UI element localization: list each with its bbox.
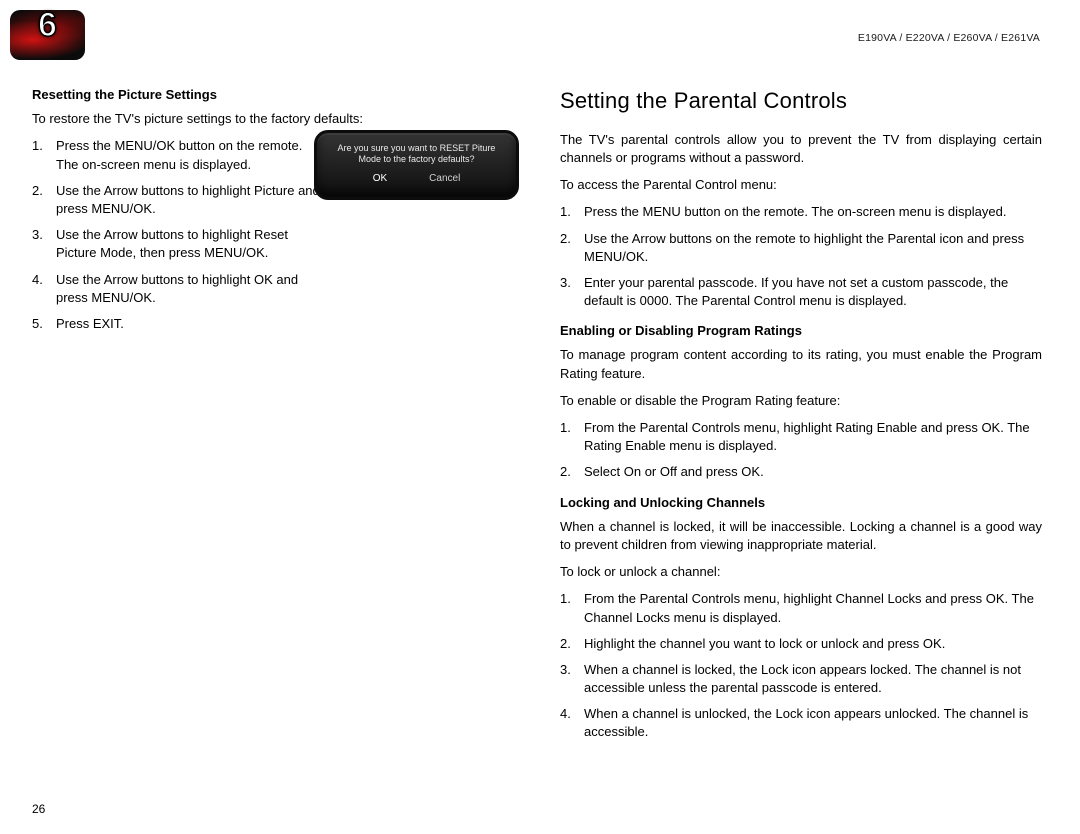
list-item: When a channel is locked, the Lock icon … <box>560 661 1042 697</box>
header-models: E190VA / E220VA / E260VA / E261VA <box>858 32 1040 44</box>
sub2-p1: When a channel is locked, it will be ina… <box>560 518 1042 554</box>
sub1-head: Enabling or Disabling Program Ratings <box>560 322 1042 340</box>
section-title: Setting the Parental Controls <box>560 86 1042 117</box>
device-dialog-cancel: Cancel <box>429 172 460 186</box>
page-number: 26 <box>32 802 45 816</box>
right-access-steps: Press the MENU button on the remote. The… <box>560 203 1042 310</box>
sub1-steps: From the Parental Controls menu, highlig… <box>560 419 1042 482</box>
sub2-steps: From the Parental Controls menu, highlig… <box>560 590 1042 741</box>
list-item: Press the MENU/OK button on the remote. … <box>32 137 322 173</box>
list-item: Select On or Off and press OK. <box>560 463 1042 481</box>
list-item: When a channel is unlocked, the Lock ico… <box>560 705 1042 741</box>
chapter-number: 6 <box>10 0 85 50</box>
right-intro: The TV's parental controls allow you to … <box>560 131 1042 167</box>
sub2-p2: To lock or unlock a channel: <box>560 563 1042 581</box>
sub2-head: Locking and Unlocking Channels <box>560 494 1042 512</box>
sub1-p2: To enable or disable the Program Rating … <box>560 392 1042 410</box>
list-item: Enter your parental passcode. If you hav… <box>560 274 1042 310</box>
right-column: Setting the Parental Controls The TV's p… <box>560 80 1042 794</box>
list-item: Use the Arrow buttons on the remote to h… <box>560 230 1042 266</box>
left-steps: Press the MENU/OK button on the remote. … <box>32 137 322 333</box>
list-item: From the Parental Controls menu, highlig… <box>560 419 1042 455</box>
left-column: Resetting the Picture Settings To restor… <box>32 80 514 794</box>
list-item: Use the Arrow buttons to highlight Reset… <box>32 226 322 262</box>
sub1-p1: To manage program content according to i… <box>560 346 1042 382</box>
right-access-intro: To access the Parental Control menu: <box>560 176 1042 194</box>
device-dialog-ok: OK <box>373 172 387 186</box>
list-item: From the Parental Controls menu, highlig… <box>560 590 1042 626</box>
list-item: Use the Arrow buttons to highlight Pictu… <box>32 182 322 218</box>
list-item: Press EXIT. <box>32 315 322 333</box>
left-intro: To restore the TV's picture settings to … <box>32 110 514 128</box>
device-dialog-message: Are you sure you want to RESET Piture Mo… <box>323 143 510 166</box>
device-dialog: Are you sure you want to RESET Piture Mo… <box>314 130 519 200</box>
list-item: Press the MENU button on the remote. The… <box>560 203 1042 221</box>
list-item: Use the Arrow buttons to highlight OK an… <box>32 271 322 307</box>
left-subhead: Resetting the Picture Settings <box>32 86 514 104</box>
list-item: Highlight the channel you want to lock o… <box>560 635 1042 653</box>
